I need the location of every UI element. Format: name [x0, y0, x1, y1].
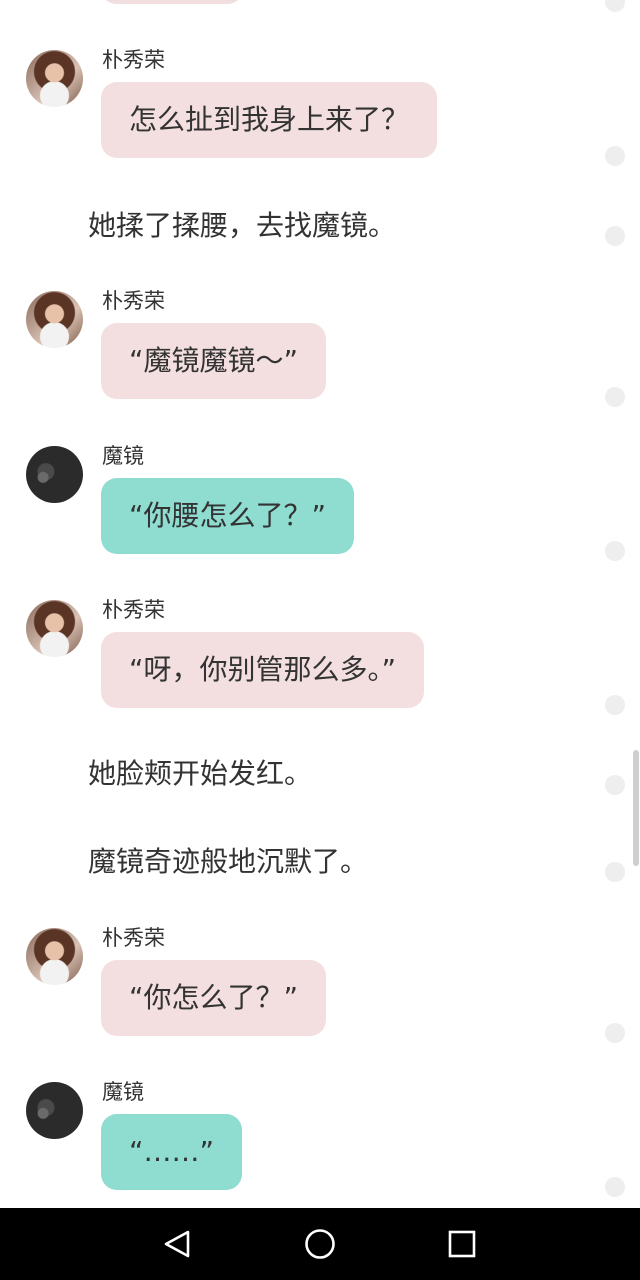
girl-avatar[interactable]: [26, 928, 83, 985]
message-action-dot[interactable]: [605, 1023, 625, 1043]
message-bubble[interactable]: “你腰怎么了？”: [101, 478, 355, 554]
chat-feed[interactable]: 朴秀荣 怎么扯到我身上来了？ 她揉了揉腰，去找魔镜。 朴秀荣 “魔镜魔镜～” 魔…: [0, 0, 640, 1208]
sender-name: 朴秀荣: [102, 598, 165, 622]
back-button[interactable]: [160, 1226, 196, 1262]
previous-message-bubble: [102, 0, 242, 4]
chat-message: 朴秀荣 “你怎么了？”: [0, 926, 600, 1038]
narration-text: 她脸颊开始发红。: [88, 757, 313, 790]
girl-avatar[interactable]: [26, 50, 83, 107]
message-action-dot[interactable]: [605, 541, 625, 561]
narration-text: 魔镜奇迹般地沉默了。: [88, 845, 369, 878]
message-action-dot[interactable]: [605, 0, 625, 12]
recents-square-icon: [444, 1226, 480, 1262]
chat-message: 魔镜 “……”: [0, 1080, 600, 1192]
message-bubble[interactable]: “魔镜魔镜～”: [101, 323, 327, 399]
sender-name: 朴秀荣: [102, 48, 165, 72]
message-action-dot[interactable]: [605, 387, 625, 407]
message-action-dot[interactable]: [605, 695, 625, 715]
message-bubble[interactable]: “呀，你别管那么多。”: [101, 632, 425, 708]
sender-name: 魔镜: [102, 444, 144, 468]
message-action-dot[interactable]: [605, 1177, 625, 1197]
system-navigation-bar: [0, 1208, 640, 1280]
message-action-dot[interactable]: [605, 775, 625, 795]
back-triangle-icon: [160, 1226, 196, 1262]
narration-text: 她揉了揉腰，去找魔镜。: [88, 209, 397, 242]
mirror-avatar[interactable]: [26, 1082, 83, 1139]
sender-name: 朴秀荣: [102, 926, 165, 950]
home-button[interactable]: [302, 1226, 338, 1262]
chat-message: 朴秀荣 “魔镜魔镜～”: [0, 289, 600, 401]
girl-avatar[interactable]: [26, 291, 83, 348]
sender-name: 魔镜: [102, 1080, 144, 1104]
message-bubble[interactable]: 怎么扯到我身上来了？: [101, 82, 438, 158]
chat-screen: 朴秀荣 怎么扯到我身上来了？ 她揉了揉腰，去找魔镜。 朴秀荣 “魔镜魔镜～” 魔…: [0, 0, 640, 1280]
recents-button[interactable]: [444, 1226, 480, 1262]
mirror-avatar[interactable]: [26, 446, 83, 503]
home-circle-icon: [302, 1226, 338, 1262]
girl-avatar[interactable]: [26, 600, 83, 657]
chat-message: 朴秀荣 怎么扯到我身上来了？: [0, 48, 600, 160]
sender-name: 朴秀荣: [102, 289, 165, 313]
message-bubble[interactable]: “……”: [101, 1114, 243, 1190]
message-bubble[interactable]: “你怎么了？”: [101, 960, 327, 1036]
message-action-dot[interactable]: [605, 862, 625, 882]
message-action-dot[interactable]: [605, 146, 625, 166]
chat-message: 魔镜 “你腰怎么了？”: [0, 444, 600, 556]
message-action-dot[interactable]: [605, 226, 625, 246]
chat-message: 朴秀荣 “呀，你别管那么多。”: [0, 598, 600, 710]
scrollbar[interactable]: [633, 750, 639, 866]
